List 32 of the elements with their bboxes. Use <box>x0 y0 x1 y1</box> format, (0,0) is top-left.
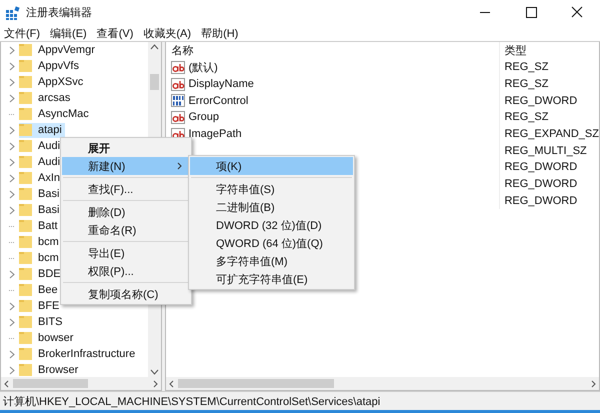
window-title: 注册表编辑器 <box>26 6 92 20</box>
tree-label: BITS <box>38 316 62 328</box>
value-type: REG_EXPAND_SZ <box>503 128 599 140</box>
tree-label: BDE <box>38 268 61 280</box>
tree-label: BrokerInfrastructure <box>38 348 136 360</box>
tree-label: atapi <box>38 124 62 136</box>
tree-label: AppvVfs <box>38 60 79 72</box>
tree-label: AsyncMac <box>38 108 89 120</box>
registry-path: 计算机\HKEY_LOCAL_MACHINE\SYSTEM\CurrentControlSet\Services\atapi <box>3 394 380 408</box>
tree-label: Basi <box>38 204 60 216</box>
tree-label: arcsas <box>38 92 70 104</box>
tree-label: Browser <box>38 364 78 376</box>
value-type: REG_DWORD <box>503 178 578 190</box>
tree-label: bcm <box>38 252 59 264</box>
tree-label: Bee <box>38 284 58 296</box>
tree-label: Audi <box>38 156 60 168</box>
value-type: REG_DWORD <box>503 94 578 107</box>
tree-label: AxIn <box>38 172 60 184</box>
tree-label: AppvVemgr <box>38 44 95 56</box>
tree-label: Basi <box>38 188 60 200</box>
tree-label: bcm <box>38 236 59 248</box>
tree-label: BFE <box>38 300 60 312</box>
value-type: REG_SZ <box>503 111 548 124</box>
tree-label: AppXSvc <box>38 76 84 88</box>
tree-label: Batt <box>38 220 58 232</box>
value-type: REG_DWORD <box>503 161 578 174</box>
tree-label: Audi <box>38 140 60 152</box>
value-type: REG_MULTI_SZ <box>503 144 587 157</box>
value-type: REG_SZ <box>503 78 548 90</box>
tree-label: bowser <box>38 332 74 344</box>
value-type: REG_SZ <box>503 61 548 74</box>
value-type: REG_DWORD <box>503 194 578 207</box>
